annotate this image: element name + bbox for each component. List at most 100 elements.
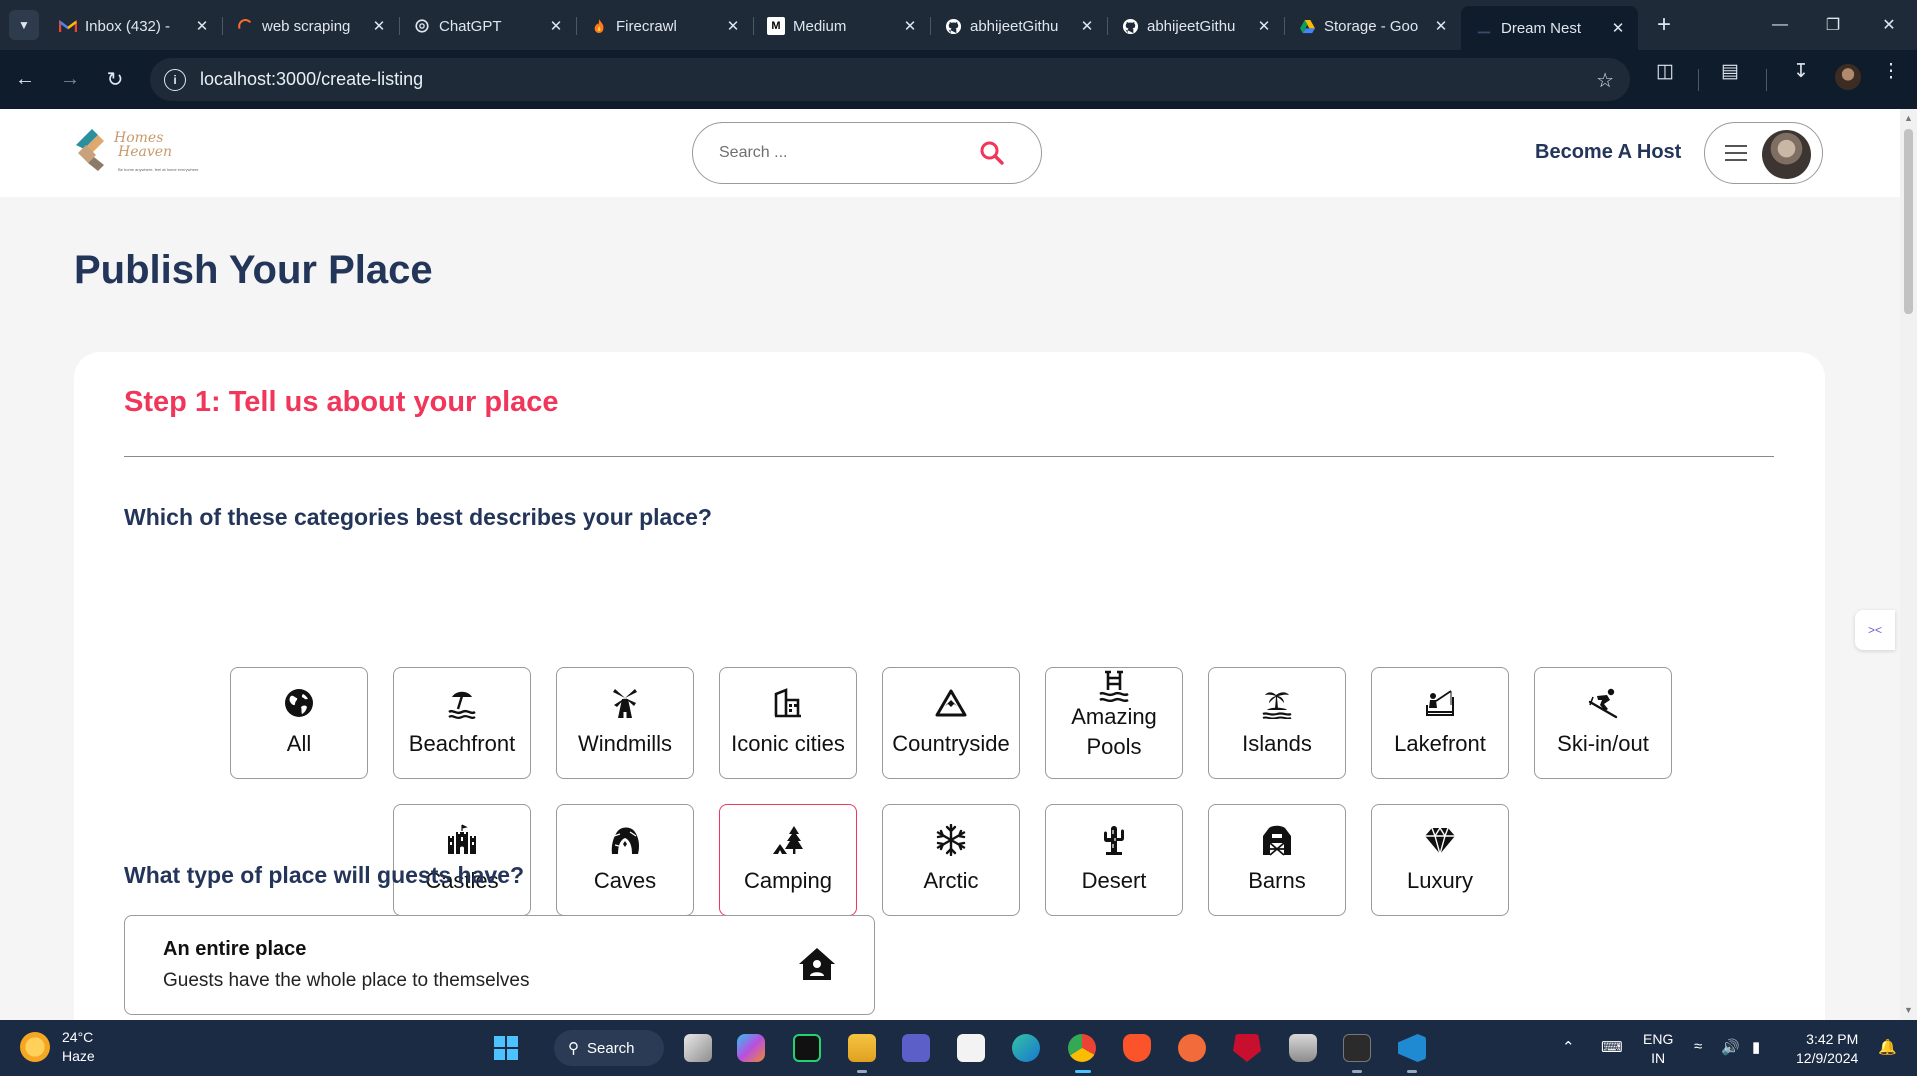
cave-icon: [611, 827, 639, 854]
category-beachfront[interactable]: Beachfront: [393, 667, 531, 779]
browser-menu-icon[interactable]: ⋮: [1874, 60, 1908, 83]
weather-widget[interactable]: 24°C Haze: [20, 1028, 95, 1066]
category-lakefront[interactable]: Lakefront: [1371, 667, 1509, 779]
site-info-icon[interactable]: i: [164, 68, 186, 91]
chrome-icon[interactable]: [1068, 1034, 1096, 1062]
browser-tab[interactable]: Storage - Goo ✕: [1284, 6, 1461, 46]
category-all[interactable]: All: [230, 667, 368, 779]
system-clock[interactable]: 3:42 PM 12/9/2024: [1796, 1030, 1858, 1068]
database-icon[interactable]: [1289, 1034, 1317, 1062]
vscode-icon[interactable]: [1398, 1034, 1426, 1062]
file-explorer-icon[interactable]: [848, 1034, 876, 1062]
browser-tab[interactable]: M Medium ✕: [753, 6, 930, 46]
copilot-icon[interactable]: [737, 1034, 765, 1062]
bookmark-star-icon[interactable]: ☆: [1596, 68, 1614, 93]
search-icon[interactable]: [979, 140, 1005, 166]
place-type-option-entire[interactable]: An entire place Guests have the whole pl…: [124, 915, 875, 1015]
search-input[interactable]: [719, 144, 949, 162]
browser-profile-avatar[interactable]: [1835, 64, 1861, 90]
page-viewport: Homes Heaven Be home anywhere, feel at h…: [0, 109, 1900, 1020]
address-bar[interactable]: i localhost:3000/create-listing ☆: [150, 58, 1630, 101]
new-tab-button[interactable]: +: [1646, 7, 1682, 43]
teams-icon[interactable]: [902, 1034, 930, 1062]
close-tab-icon[interactable]: ✕: [369, 17, 389, 35]
category-label: All: [286, 731, 312, 756]
avatar: [1762, 130, 1811, 179]
drive-icon: [1298, 17, 1316, 35]
become-host-link[interactable]: Become A Host: [1535, 141, 1681, 164]
browser-tab[interactable]: abhijeetGithu ✕: [930, 6, 1107, 46]
page-scrollbar[interactable]: ▲ ▼: [1900, 109, 1917, 1020]
brave-icon[interactable]: [1123, 1034, 1151, 1062]
category-luxury[interactable]: Luxury: [1371, 804, 1509, 916]
tab-search-button[interactable]: ▼: [9, 10, 39, 40]
reading-list-icon[interactable]: ▤: [1713, 60, 1747, 83]
tab-title: ChatGPT: [439, 17, 502, 35]
browser-tab[interactable]: Firecrawl ✕: [576, 6, 753, 46]
logo-tagline: Be home anywhere, feel at home everywher…: [118, 167, 199, 172]
forward-icon[interactable]: →: [50, 60, 90, 100]
diamond-icon: [1425, 826, 1455, 855]
terminal-icon[interactable]: [1343, 1034, 1371, 1062]
volume-icon[interactable]: 🔊: [1721, 1038, 1740, 1056]
category-barns[interactable]: Barns: [1208, 804, 1346, 916]
pycharm-icon[interactable]: [793, 1034, 821, 1062]
url-text[interactable]: localhost:3000/create-listing: [200, 69, 423, 90]
store-icon[interactable]: [957, 1034, 985, 1062]
category-islands[interactable]: Islands: [1208, 667, 1346, 779]
scroll-up-icon[interactable]: ▲: [1904, 113, 1913, 123]
category-camping[interactable]: Camping: [719, 804, 857, 916]
back-icon[interactable]: ←: [5, 60, 45, 100]
edge-icon[interactable]: [1012, 1034, 1040, 1062]
show-hidden-icons-icon[interactable]: ⌃: [1562, 1038, 1575, 1056]
category-arctic[interactable]: Arctic: [882, 804, 1020, 916]
assistant-widget-icon[interactable]: ><: [1855, 610, 1895, 650]
keyboard-icon[interactable]: ⌨: [1601, 1038, 1623, 1056]
browser-tab[interactable]: ChatGPT ✕: [399, 6, 576, 46]
battery-icon[interactable]: ▮: [1752, 1038, 1760, 1056]
browser-tab[interactable]: abhijeetGithu ✕: [1107, 6, 1284, 46]
restore-icon[interactable]: ❐: [1805, 0, 1861, 50]
close-tab-icon[interactable]: ✕: [723, 17, 743, 35]
scrollbar-thumb[interactable]: [1904, 129, 1913, 314]
browser-tab-strip: ▼ Inbox (432) - ✕ web scraping ✕ ChatGPT…: [0, 0, 1917, 50]
category-countryside[interactable]: Countryside: [882, 667, 1020, 779]
categories-question: Which of these categories best describes…: [124, 504, 712, 530]
taskbar-search-button[interactable]: ⚲ Search: [554, 1030, 664, 1066]
close-tab-icon[interactable]: ✕: [1431, 17, 1451, 35]
category-iconic-cities[interactable]: Iconic cities: [719, 667, 857, 779]
close-tab-icon[interactable]: ✕: [546, 17, 566, 35]
task-view-icon[interactable]: [684, 1034, 712, 1062]
postman-icon[interactable]: [1178, 1034, 1206, 1062]
browser-tab[interactable]: web scraping ✕: [222, 6, 399, 46]
camping-icon: [773, 826, 803, 854]
close-tab-icon[interactable]: ✕: [900, 17, 920, 35]
category-caves[interactable]: Caves: [556, 804, 694, 916]
close-tab-icon[interactable]: ✕: [1254, 17, 1274, 35]
category-windmills[interactable]: Windmills: [556, 667, 694, 779]
user-menu-button[interactable]: [1704, 122, 1823, 184]
language-indicator[interactable]: ENG IN: [1643, 1030, 1673, 1068]
category-ski-in-out[interactable]: Ski-in/out: [1534, 667, 1672, 779]
wifi-icon[interactable]: ≈: [1694, 1038, 1702, 1055]
search-bar[interactable]: [692, 122, 1042, 184]
reload-icon[interactable]: ↻: [95, 60, 135, 100]
mcafee-icon[interactable]: [1233, 1034, 1261, 1062]
category-desert[interactable]: Desert: [1045, 804, 1183, 916]
tab-title: Storage - Goo: [1324, 17, 1419, 35]
close-tab-icon[interactable]: ✕: [192, 17, 212, 35]
close-window-icon[interactable]: ✕: [1861, 0, 1917, 50]
minimize-icon[interactable]: —: [1752, 0, 1808, 50]
download-icon[interactable]: ↧: [1784, 60, 1818, 83]
close-tab-icon[interactable]: ✕: [1608, 19, 1628, 37]
browser-tab[interactable]: Inbox (432) - ✕: [45, 6, 222, 46]
category-amazing-pools[interactable]: Amazing Pools: [1045, 667, 1183, 779]
site-logo[interactable]: Homes Heaven Be home anywhere, feel at h…: [74, 125, 204, 181]
notification-bell-icon[interactable]: 🔔: [1878, 1038, 1897, 1056]
close-tab-icon[interactable]: ✕: [1077, 17, 1097, 35]
scroll-down-icon[interactable]: ▼: [1904, 1005, 1913, 1015]
category-castles[interactable]: Castles: [393, 804, 531, 916]
browser-tab-active[interactable]: Dream Nest ✕: [1461, 6, 1638, 50]
windows-start-icon[interactable]: [494, 1036, 518, 1060]
extensions-icon[interactable]: ◫: [1648, 60, 1682, 83]
